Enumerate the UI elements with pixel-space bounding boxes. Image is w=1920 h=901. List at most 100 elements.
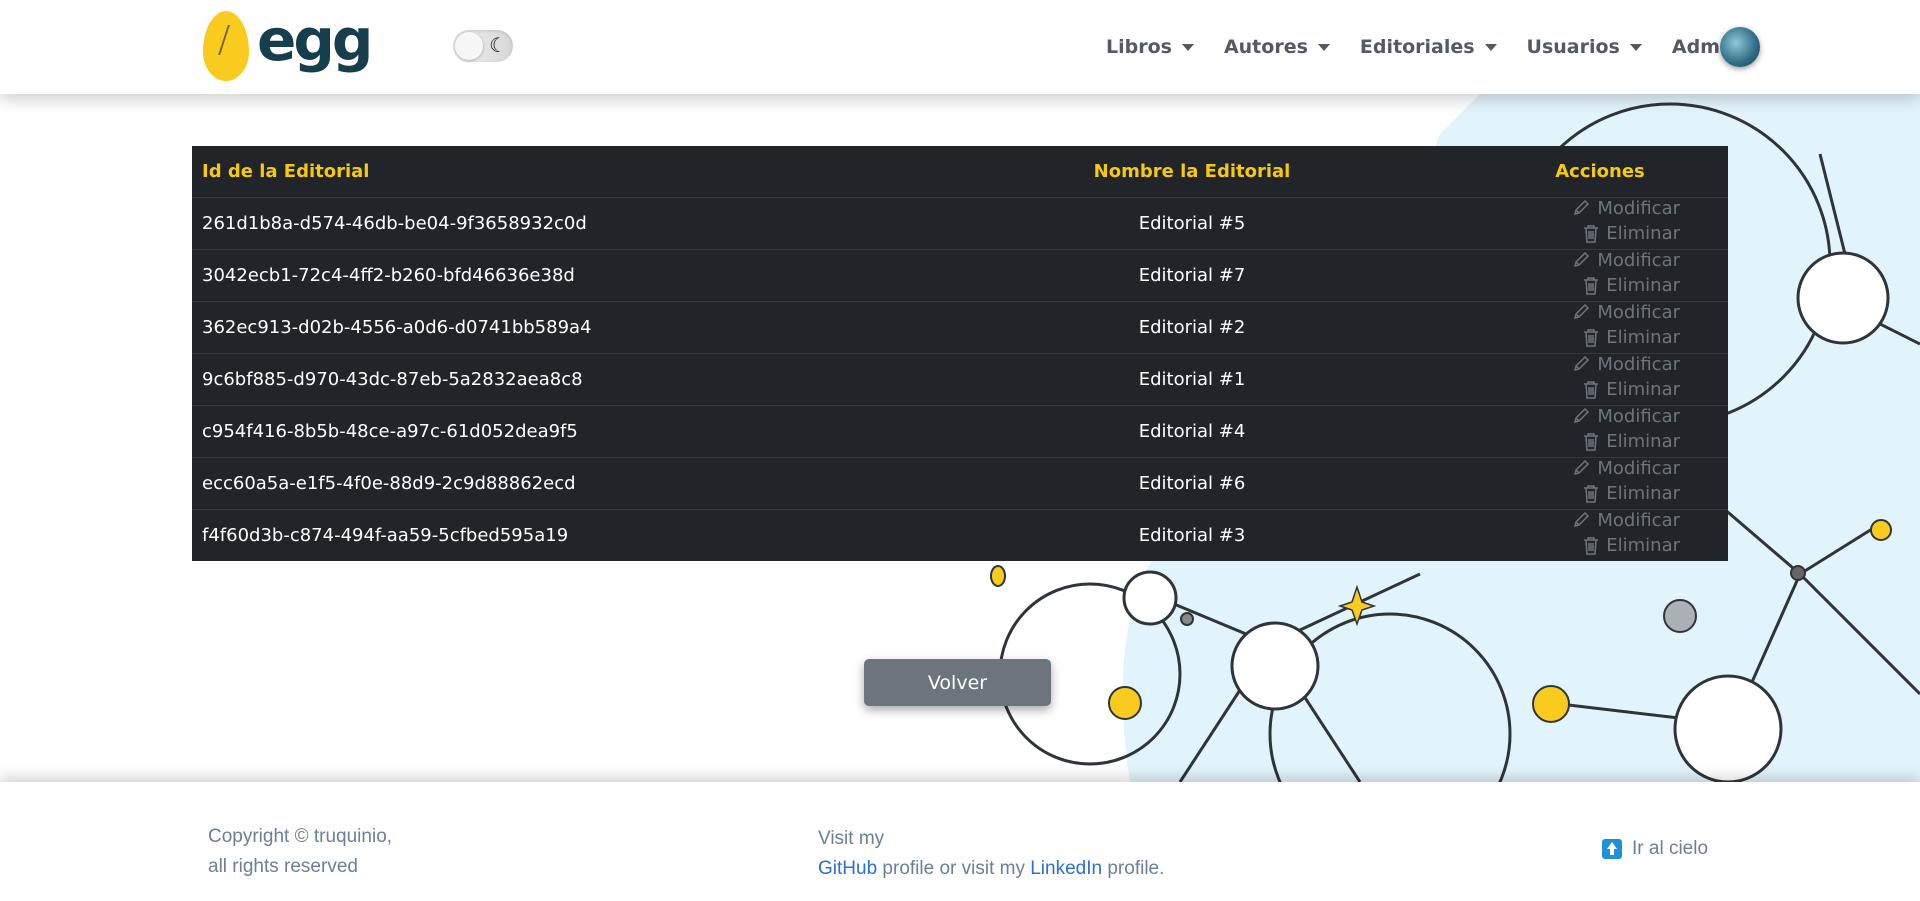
modify-button[interactable]: Modificar	[1571, 198, 1680, 219]
nav-item-libros[interactable]: Libros	[1106, 36, 1194, 58]
modify-label: Modificar	[1597, 249, 1680, 271]
delete-button[interactable]: Eliminar	[1582, 379, 1680, 400]
cell-actions: Modificar Eliminar	[1472, 457, 1728, 510]
cell-id: c954f416-8b5b-48ce-a97c-61d052dea9f5	[192, 405, 912, 458]
nav-item-label: Autores	[1223, 36, 1308, 58]
copyright: Copyright © truquinio, all rights reserv…	[208, 822, 392, 882]
toggle-knob	[455, 32, 483, 60]
cell-id: 362ec913-d02b-4556-a0d6-d0741bb589a4	[192, 301, 912, 354]
navbar: egg ☾ Libros Autores Editoriales Usuario…	[0, 0, 1920, 94]
modify-button[interactable]: Modificar	[1571, 250, 1680, 271]
cell-name: Editorial #3	[1138, 524, 1246, 546]
modify-label: Modificar	[1597, 457, 1680, 479]
modify-button[interactable]: Modificar	[1571, 406, 1680, 427]
cell-id: ecc60a5a-e1f5-4f0e-88d9-2c9d88862ecd	[192, 457, 912, 510]
logo-text: egg	[257, 6, 373, 74]
delete-label: Eliminar	[1606, 483, 1680, 504]
arrow-up-icon	[1602, 839, 1622, 859]
delete-label: Eliminar	[1606, 223, 1680, 244]
modify-label: Modificar	[1597, 197, 1680, 219]
delete-button[interactable]: Eliminar	[1582, 535, 1680, 556]
modify-label: Modificar	[1597, 353, 1680, 375]
nav-item-autores[interactable]: Autores	[1224, 36, 1330, 58]
table-body: 261d1b8a-d574-46db-be04-9f3658932c0d Edit…	[192, 197, 1728, 561]
copyright-line2: all rights reserved	[208, 856, 358, 877]
github-link[interactable]: GitHub	[818, 858, 877, 879]
modify-label: Modificar	[1597, 509, 1680, 531]
cell-id: 3042ecb1-72c4-4ff2-b260-bfd46636e38d	[192, 249, 912, 302]
copyright-line1: Copyright © truquinio,	[208, 826, 393, 847]
delete-label: Eliminar	[1606, 535, 1680, 556]
header-actions: Acciones	[1472, 146, 1728, 198]
editoriales-table: Id de la Editorial Nombre la Editorial A…	[192, 146, 1728, 561]
linkedin-link[interactable]: LinkedIn	[1030, 858, 1102, 879]
delete-button[interactable]: Eliminar	[1582, 483, 1680, 504]
table-row: f4f60d3b-c874-494f-aa59-5cfbed595a19 Edit…	[192, 509, 1728, 561]
delete-button[interactable]: Eliminar	[1582, 275, 1680, 296]
back-button[interactable]: Volver	[864, 659, 1051, 706]
visit-profiles: Visit my GitHub profile or visit my Link…	[818, 824, 1164, 884]
modify-label: Modificar	[1597, 405, 1680, 427]
cell-actions: Modificar Eliminar	[1472, 249, 1728, 302]
cell-actions: Modificar Eliminar	[1472, 197, 1728, 250]
pencil-icon	[1571, 406, 1597, 426]
footer: Copyright © truquinio, all rights reserv…	[0, 782, 1920, 901]
avatar[interactable]	[1720, 27, 1760, 67]
cell-name: Editorial #4	[912, 405, 1472, 458]
table-row: 261d1b8a-d574-46db-be04-9f3658932c0d Edit…	[192, 197, 1728, 250]
caret-down-icon	[1181, 43, 1194, 51]
cell-name: Editorial #7	[912, 249, 1472, 302]
egg-icon	[203, 11, 249, 81]
delete-button[interactable]: Eliminar	[1582, 431, 1680, 452]
pencil-icon	[1571, 510, 1597, 530]
cell-id: 9c6bf885-d970-43dc-87eb-5a2832aea8c8	[192, 353, 912, 406]
pencil-icon	[1571, 250, 1597, 270]
visit-line1: Visit my	[818, 828, 885, 849]
caret-down-icon	[1484, 43, 1497, 51]
back-to-top-label: Ir al cielo	[1632, 838, 1709, 859]
cell-id: f4f60d3b-c874-494f-aa59-5cfbed595a19	[202, 524, 569, 546]
cell-actions: Modificar Eliminar	[1472, 353, 1728, 406]
moon-icon: ☾	[489, 35, 507, 57]
visit-middle-text: profile or visit my	[877, 858, 1031, 879]
cell-id: 261d1b8a-d574-46db-be04-9f3658932c0d	[192, 197, 912, 250]
trash-icon	[1582, 484, 1606, 504]
nav-item-label: Libros	[1106, 36, 1172, 58]
nav-item-editoriales[interactable]: Editoriales	[1360, 36, 1497, 58]
delete-label: Eliminar	[1606, 379, 1680, 400]
pencil-icon	[1571, 354, 1597, 374]
table-row: 362ec913-d02b-4556-a0d6-d0741bb589a4 Edit…	[192, 301, 1728, 354]
trash-icon	[1582, 432, 1606, 452]
cell-name: Editorial #2	[912, 301, 1472, 354]
trash-icon	[1582, 276, 1606, 296]
delete-button[interactable]: Eliminar	[1582, 223, 1680, 244]
brand-logo[interactable]: egg	[203, 6, 373, 82]
delete-label: Eliminar	[1606, 327, 1680, 348]
caret-down-icon	[1317, 43, 1330, 51]
trash-icon	[1582, 328, 1606, 348]
back-to-top-link[interactable]: Ir al cielo	[1602, 838, 1708, 860]
delete-button[interactable]: Eliminar	[1582, 327, 1680, 348]
visit-end-text: profile.	[1102, 858, 1165, 879]
pencil-icon	[1571, 458, 1597, 478]
nav-menu: Libros Autores Editoriales Usuarios Admi…	[1106, 0, 1757, 94]
delete-label: Eliminar	[1606, 275, 1680, 296]
nav-item-usuarios[interactable]: Usuarios	[1527, 36, 1642, 58]
cell-name: Editorial #5	[912, 197, 1472, 250]
header-id: Id de la Editorial	[192, 146, 912, 198]
table-row: c954f416-8b5b-48ce-a97c-61d052dea9f5 Edit…	[192, 405, 1728, 458]
theme-toggle[interactable]: ☾	[453, 30, 513, 62]
modify-button[interactable]: Modificar	[1571, 510, 1680, 531]
modify-button[interactable]: Modificar	[1571, 302, 1680, 323]
header-name: Nombre la Editorial	[912, 146, 1472, 198]
caret-down-icon	[1629, 43, 1642, 51]
table-row: 3042ecb1-72c4-4ff2-b260-bfd46636e38d Edit…	[192, 249, 1728, 302]
modify-button[interactable]: Modificar	[1571, 458, 1680, 479]
delete-label: Eliminar	[1606, 431, 1680, 452]
modify-label: Modificar	[1597, 301, 1680, 323]
table-row: 9c6bf885-d970-43dc-87eb-5a2832aea8c8 Edit…	[192, 353, 1728, 406]
modify-button[interactable]: Modificar	[1571, 354, 1680, 375]
trash-icon	[1582, 536, 1606, 556]
cell-actions: Modificar Eliminar	[1472, 405, 1728, 458]
pencil-icon	[1571, 198, 1597, 218]
